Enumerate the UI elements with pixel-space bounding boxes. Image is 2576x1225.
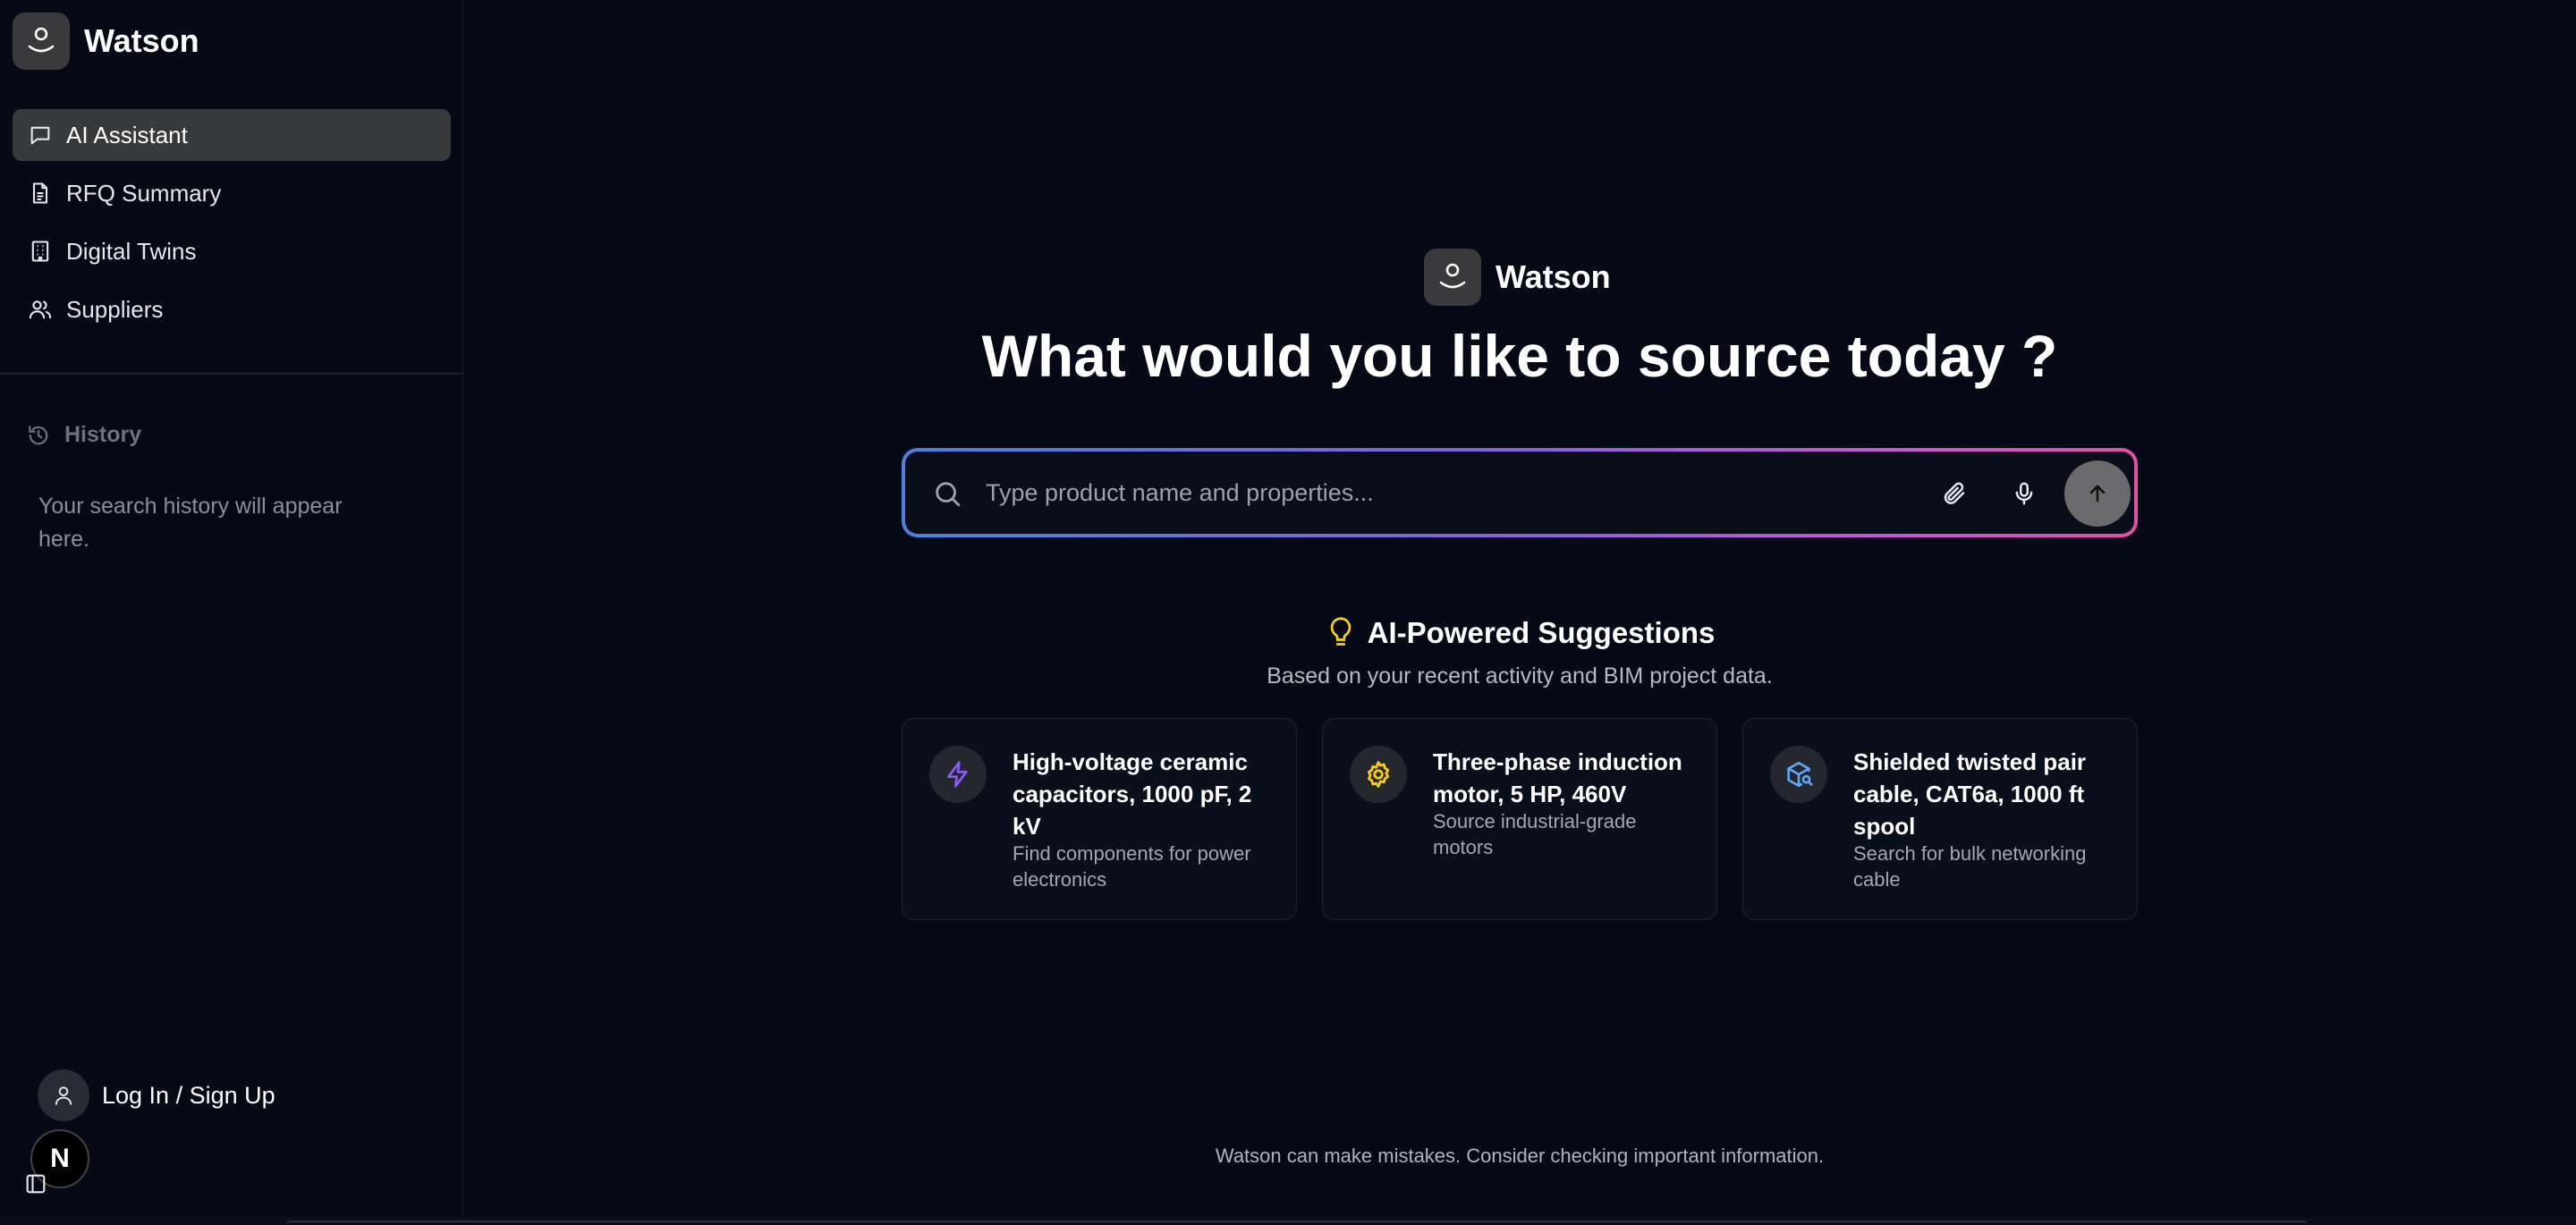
sidebar-item-label: RFQ Summary (66, 179, 222, 207)
suggestion-card-title: Shielded twisted pair cable, CAT6a, 1000… (1853, 748, 2087, 840)
watson-logo-icon (13, 13, 70, 70)
suggestions-subtitle: Based on your recent activity and BIM pr… (1267, 663, 1773, 689)
sidebar: Watson AI Assistant RFQ Summary Digital … (0, 0, 463, 1225)
disclaimer-text: Watson can make mistakes. Consider check… (1215, 1145, 1825, 1167)
sidebar-item-rfq-summary[interactable]: RFQ Summary (13, 167, 451, 219)
microphone-button[interactable] (2005, 475, 2043, 512)
chat-icon (27, 122, 54, 148)
lightning-icon (929, 746, 987, 803)
search-bar (902, 448, 2138, 537)
sidebar-item-digital-twins[interactable]: Digital Twins (13, 225, 451, 277)
main-brand: Watson (1424, 249, 1611, 306)
sidebar-item-ai-assistant[interactable]: AI Assistant (13, 109, 451, 161)
window-bottom-edge (0, 1218, 2576, 1225)
suggestion-card-title: High-voltage ceramic capacitors, 1000 pF… (1013, 748, 1252, 840)
history-icon (27, 423, 52, 448)
microphone-icon (2015, 482, 2033, 505)
sidebar-brand[interactable]: Watson (13, 13, 199, 70)
gear-icon (1350, 746, 1407, 803)
main-brand-name: Watson (1496, 258, 1611, 295)
history-header: History (27, 422, 141, 448)
login-button[interactable]: Log In / Sign Up (38, 1069, 275, 1121)
suggestion-card-desc: Find components for power electronics (1013, 842, 1251, 891)
document-icon (27, 180, 54, 207)
building-icon (27, 238, 54, 265)
app-root: Watson AI Assistant RFQ Summary Digital … (0, 0, 2576, 1225)
package-search-icon (1770, 746, 1827, 803)
sidebar-divider (0, 373, 463, 375)
send-button[interactable] (2064, 460, 2131, 527)
sidebar-item-label: AI Assistant (66, 121, 188, 148)
suggestion-card-capacitors[interactable]: High-voltage ceramic capacitors, 1000 pF… (902, 718, 1297, 920)
app-name: Watson (84, 22, 199, 59)
sidebar-item-suppliers[interactable]: Suppliers (13, 283, 451, 335)
suggestions-title-text: AI-Powered Suggestions (1367, 616, 1716, 649)
suggestion-card-motor[interactable]: Three-phase induction motor, 5 HP, 460V … (1322, 718, 1717, 920)
login-label: Log In / Sign Up (102, 1081, 275, 1109)
suggestion-card-desc: Source industrial-grade motors (1433, 810, 1637, 858)
users-icon (27, 296, 54, 323)
lightbulb-icon (1325, 615, 1357, 651)
search-bar-inner (905, 452, 2134, 534)
sidebar-item-label: Digital Twins (66, 237, 197, 265)
attach-button[interactable] (1936, 475, 1973, 512)
sidebar-nav: AI Assistant RFQ Summary Digital Twins S… (13, 109, 451, 342)
user-icon (38, 1069, 89, 1121)
suggestion-card-desc: Search for bulk networking cable (1853, 842, 2087, 891)
page-headline: What would you like to source today ? (981, 323, 2058, 389)
search-icon (932, 478, 962, 509)
history-empty-text: Your search history will appear here. (38, 494, 343, 552)
suggestion-card-title: Three-phase induction motor, 5 HP, 460V (1433, 748, 1682, 807)
paperclip-icon (1944, 482, 1965, 504)
sidebar-item-label: Suppliers (66, 295, 164, 323)
suggestions-title: AI-Powered Suggestions (902, 615, 2138, 651)
suggestion-card-cable[interactable]: Shielded twisted pair cable, CAT6a, 1000… (1742, 718, 2138, 920)
search-input[interactable] (986, 469, 1916, 516)
watson-logo-icon (1424, 249, 1481, 306)
sidebar-toggle-icon[interactable] (23, 1171, 48, 1196)
history-title: History (64, 422, 142, 447)
arrow-up-icon (2089, 485, 2106, 503)
